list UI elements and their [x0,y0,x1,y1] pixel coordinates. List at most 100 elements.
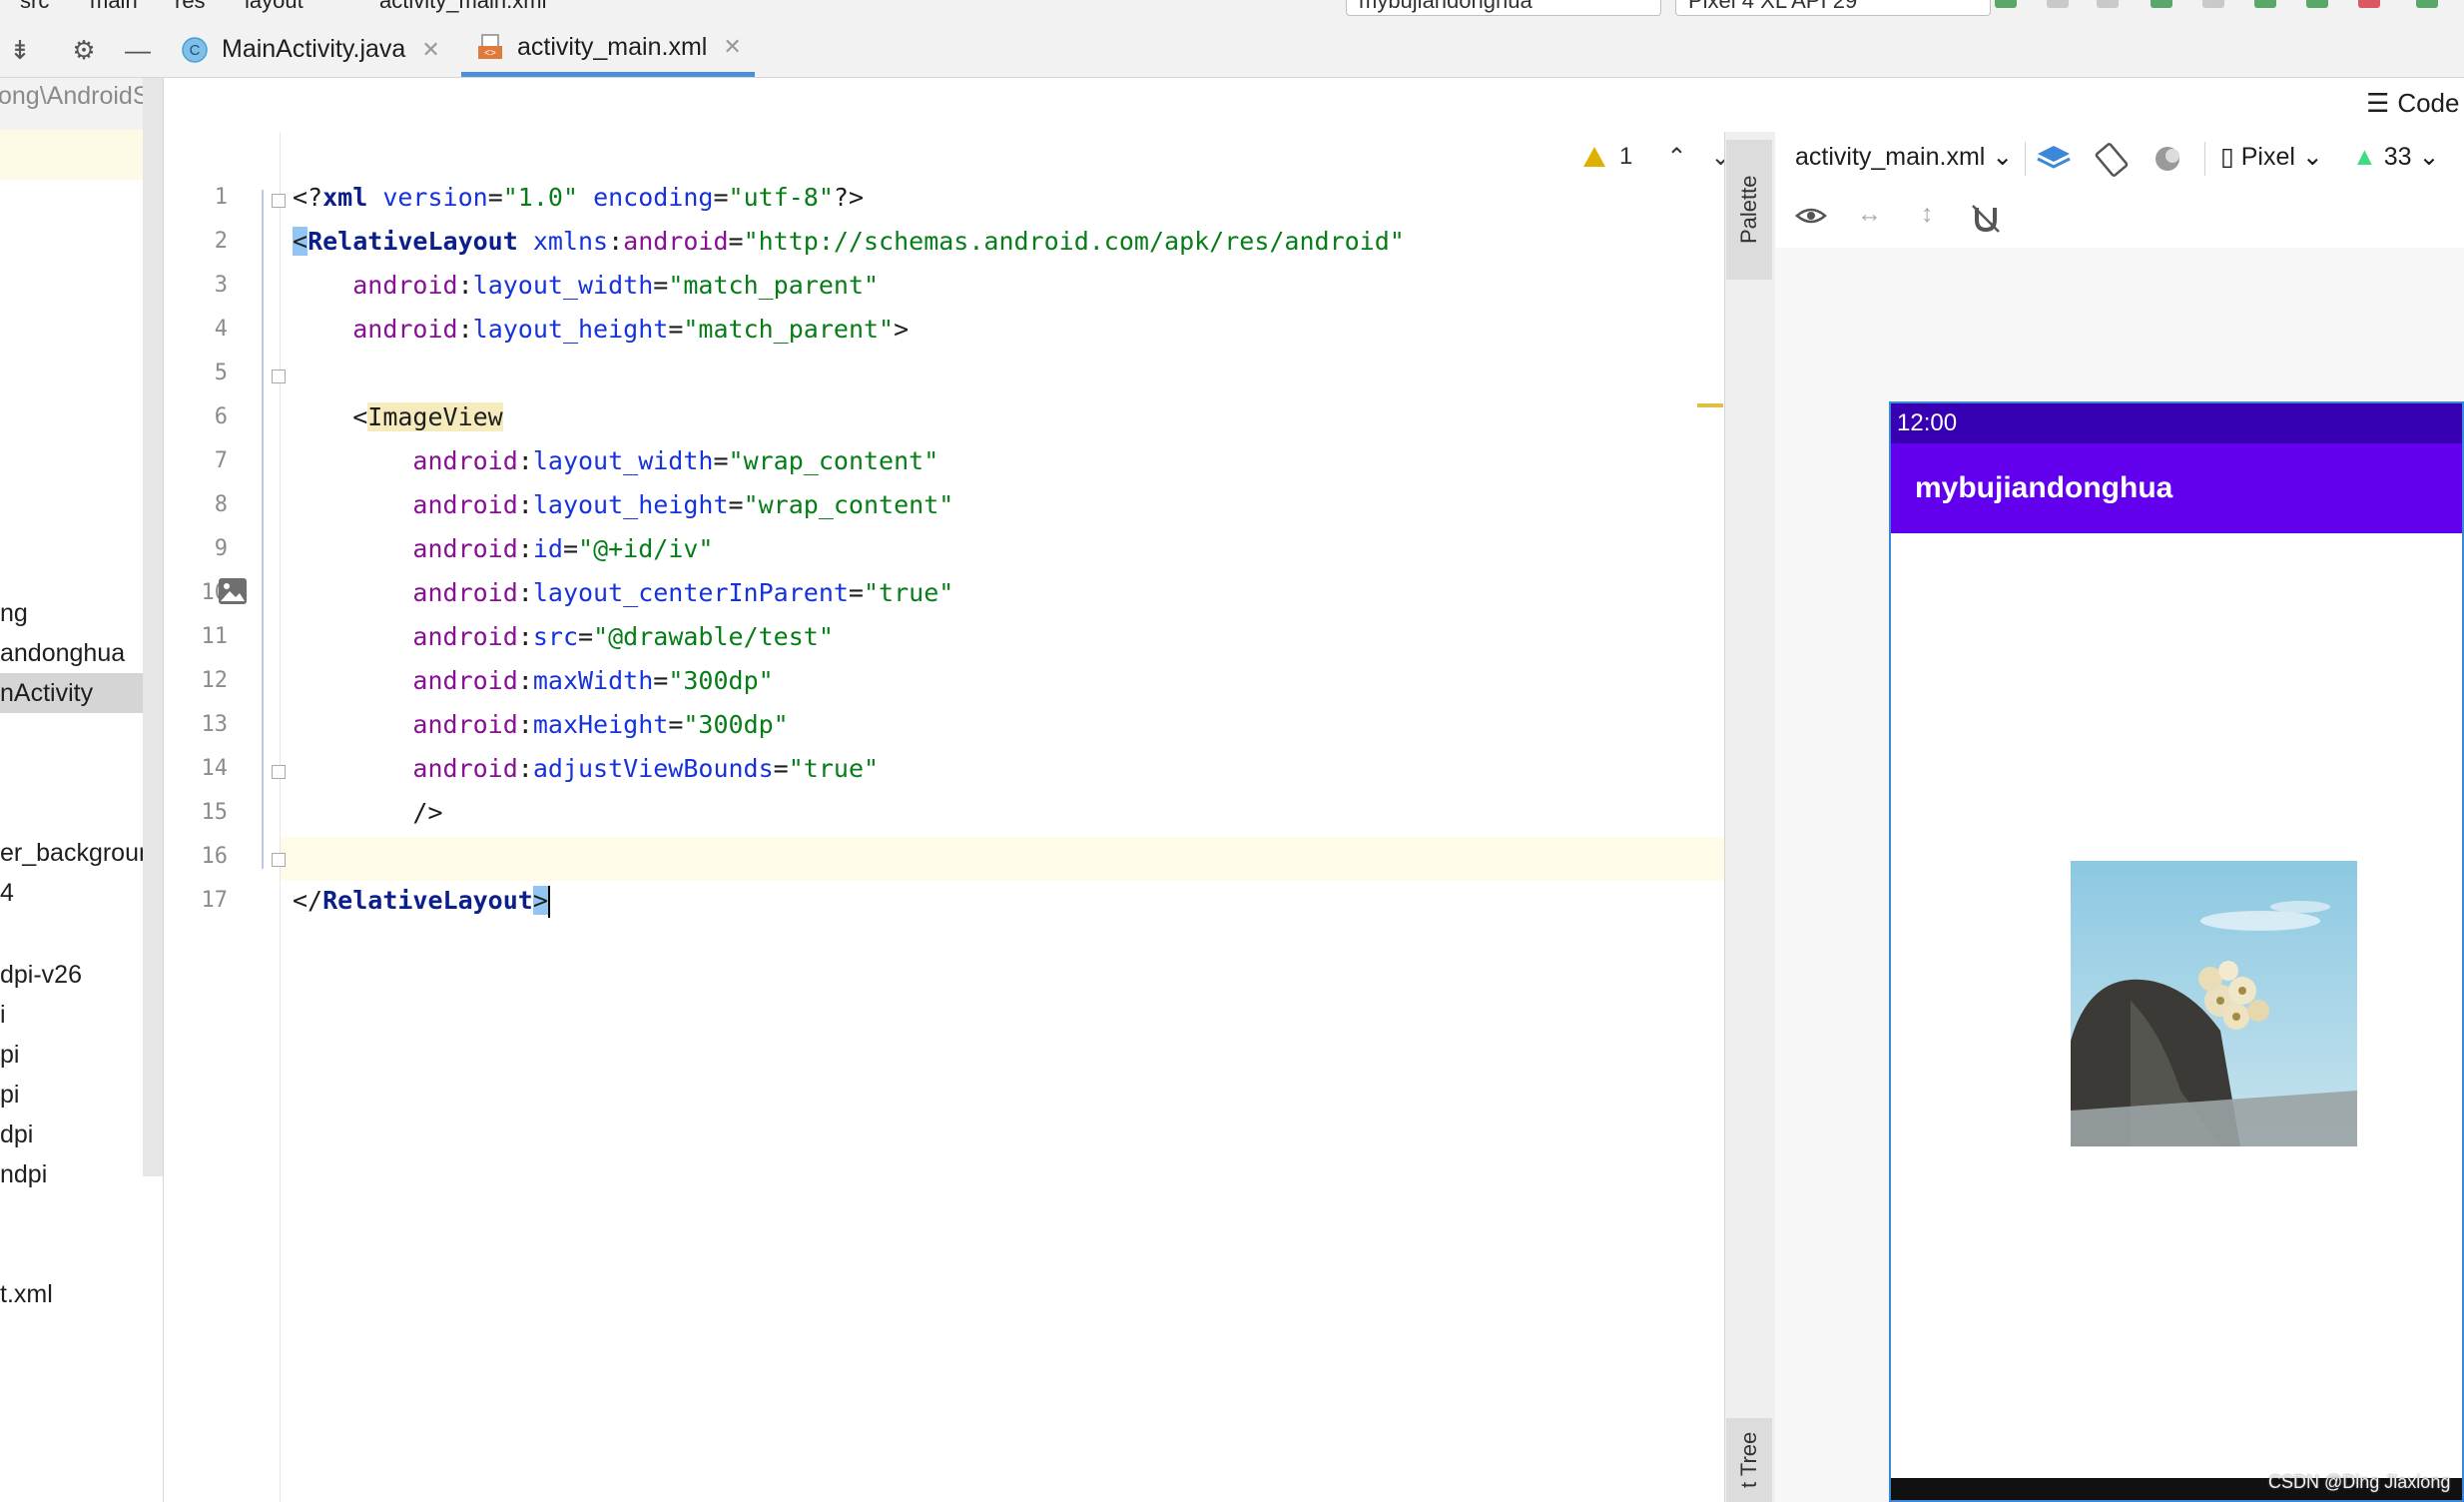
tree-item[interactable]: dpi [0,1115,33,1154]
orientation-icon[interactable] [2093,142,2133,178]
horizontal-resize-icon[interactable]: ↔ [1857,200,1882,229]
warning-stripe-marker[interactable] [1697,403,1723,407]
tab-activity-main-xml[interactable]: <> activity_main.xml ✕ [461,22,755,77]
tree-item[interactable]: i [0,995,6,1035]
debug-icon[interactable] [2151,0,2172,8]
code-line[interactable]: android:layout_width="match_parent" [293,264,879,308]
code-token: "300dp" [683,710,789,739]
code-line[interactable]: android:maxHeight="300dp" [293,703,789,747]
code-view-button[interactable]: ☰ Code [2366,88,2459,119]
tree-item[interactable]: dpi-v26 [0,955,82,995]
breadcrumb-file[interactable]: activity_main.xml [379,0,546,14]
tree-item[interactable]: pi [0,1035,19,1075]
close-icon[interactable]: ✕ [421,37,439,63]
tree-item[interactable]: ng [0,593,28,633]
svg-text:C: C [190,42,201,59]
stop-icon[interactable] [2358,0,2380,8]
breadcrumb-src[interactable]: src [20,0,49,14]
tree-item[interactable]: pi [0,1075,19,1115]
breadcrumb-layout[interactable]: layout [245,0,304,14]
code-line[interactable]: android:layout_centerInParent="true" [293,571,953,615]
tree-item[interactable]: t.xml [0,1274,53,1314]
project-panel-scrollbar[interactable] [143,78,163,1176]
code-line[interactable]: <ImageView [293,395,503,439]
image-gutter-icon[interactable] [218,577,248,605]
layout-file-dropdown[interactable]: activity_main.xml ⌄ [1795,142,2013,172]
code-line[interactable]: </RelativeLayout> [293,879,550,923]
line-number: 7 [214,448,228,473]
app-title: mybujiandonghua [1915,471,2173,504]
fold-marker[interactable] [272,853,286,867]
apply-code-changes-icon[interactable] [2097,0,2119,8]
tab-mainactivity-java[interactable]: C MainActivity.java ✕ [182,22,440,77]
profile-icon[interactable] [2202,0,2224,8]
code-line[interactable]: android:layout_height="match_parent"> [293,308,909,352]
tree-item[interactable]: andonghua [0,633,125,673]
current-line-highlight [280,837,1724,881]
close-icon[interactable]: ✕ [723,34,741,60]
breadcrumb-main[interactable]: main [90,0,138,14]
inspection-widget[interactable]: 1 ⌃ ⌄ [1583,142,1731,172]
palette-tab[interactable]: Palette [1726,140,1772,280]
collapse-all-icon[interactable]: ⇟ [6,36,34,64]
design-surface-icon[interactable] [2037,144,2075,176]
code-line[interactable]: <?xml version="1.0" encoding="utf-8"?> [293,176,864,220]
tab-label: MainActivity.java [222,35,406,63]
tree-item[interactable]: 4 [0,873,14,913]
code-token: : [457,271,473,300]
divider [2204,142,2205,176]
api-level-dropdown[interactable]: ▲ 33 ⌄ [2352,142,2439,172]
magnet-off-icon[interactable] [1971,204,2001,234]
device-combo[interactable]: Pixel 4 XL API 29 [1675,0,1991,16]
line-number: 9 [214,536,228,561]
code-token: < [293,227,308,256]
indent-guide [262,190,264,869]
code-line[interactable]: android:adjustViewBounds="true" [293,747,879,791]
code-token: = [848,578,864,607]
code-line[interactable]: android:src="@drawable/test" [293,615,833,659]
code-token: = [653,666,669,695]
eye-icon[interactable] [1795,204,1829,234]
tree-item[interactable]: er_background [0,833,163,873]
layout-inspector-icon[interactable] [2306,0,2328,8]
editor-header-bar [164,78,2464,133]
device-preview[interactable]: 12:00 mybujiandonghua [1889,401,2464,1502]
code-line[interactable]: android:layout_height="wrap_content" [293,483,953,527]
gear-icon[interactable]: ⚙ [70,36,98,64]
code-line[interactable]: android:id="@+id/iv" [293,527,713,571]
run-config-combo[interactable]: mybujiandonghua [1346,0,1661,16]
theme-icon[interactable] [2153,144,2188,176]
breadcrumb-res[interactable]: res [175,0,206,14]
code-line[interactable]: /> [293,791,442,835]
code-token: > [532,886,548,915]
code-token: layout_centerInParent [532,578,849,607]
fold-marker[interactable] [272,765,286,779]
palette-tab-label: Palette [1736,175,1761,245]
code-token: layout_height [472,315,669,344]
device-dropdown[interactable]: ▯ Pixel ⌄ [2220,142,2323,172]
attach-debugger-icon[interactable] [2254,0,2276,8]
code-line[interactable]: android:layout_width="wrap_content" [293,439,938,483]
chevron-up-icon[interactable]: ⌃ [1666,143,1686,172]
code-line[interactable]: android:maxWidth="300dp" [293,659,773,703]
code-line[interactable]: <RelativeLayout xmlns:android="http://sc… [293,220,1405,264]
line-number: 14 [201,756,229,781]
code-token: = [562,534,579,563]
component-tree-tab[interactable]: t Tree [1726,1418,1772,1502]
image-view-preview[interactable] [2071,861,2357,1146]
tree-item[interactable]: ndpi [0,1154,47,1194]
code-token: : [517,754,533,783]
fold-marker[interactable] [272,370,286,383]
code-token: = [668,315,684,344]
run-icon[interactable] [1995,0,2017,8]
fold-marker[interactable] [272,194,286,208]
vertical-resize-icon[interactable]: ↕ [1921,200,1934,229]
apply-changes-icon[interactable] [2047,0,2069,8]
tree-item-selected[interactable]: nActivity [0,673,163,713]
code-token: </ [293,886,323,915]
hide-panel-icon[interactable]: — [124,36,152,64]
line-number: 8 [214,492,228,517]
sync-icon[interactable] [2416,0,2438,8]
